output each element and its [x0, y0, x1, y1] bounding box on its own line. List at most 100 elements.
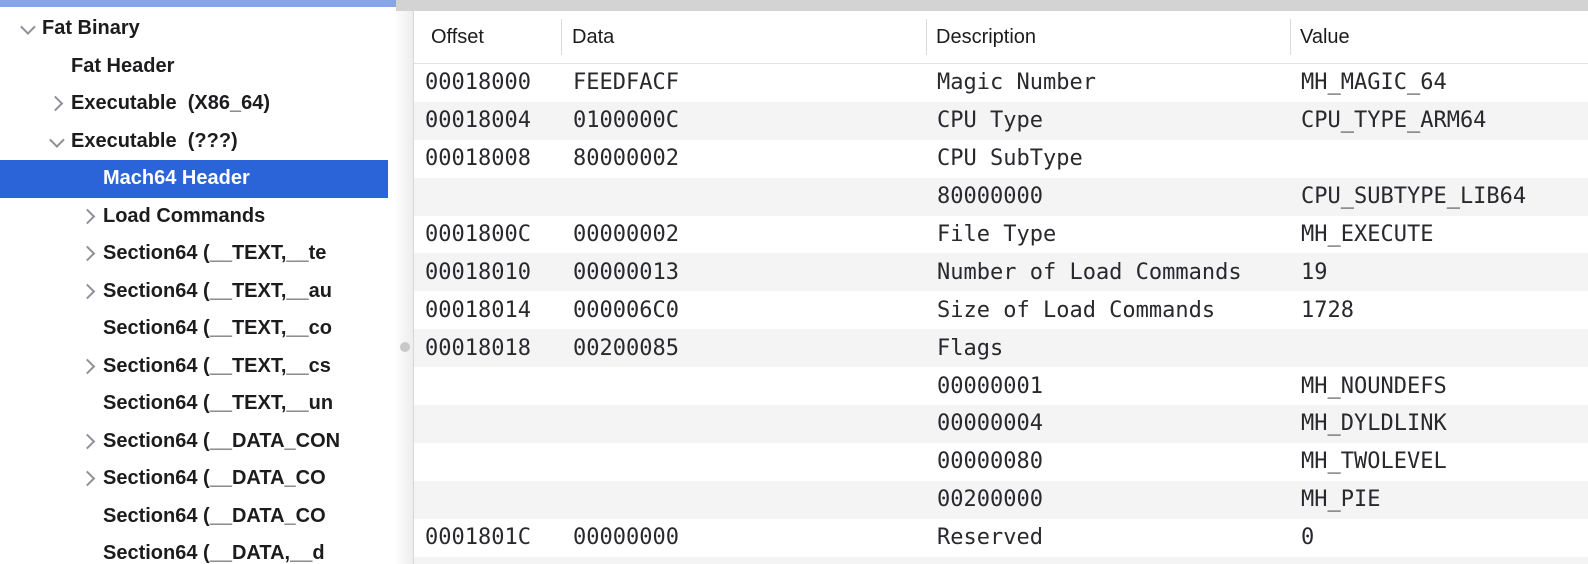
sidebar-item[interactable]: Section64 (__DATA,__d	[0, 535, 388, 564]
table-row[interactable]: 00018008 80000002 CPU SubType	[414, 140, 1588, 178]
sidebar-item[interactable]: Executable (X86_64)	[0, 85, 388, 123]
sidebar-item-label: Section64 (__TEXT,__te	[103, 242, 326, 265]
cell-value: MH_DYLDLINK	[1301, 405, 1447, 443]
cell-description: 00000004	[937, 405, 1043, 443]
sidebar-item-label: Section64 (__DATA_CO	[103, 505, 326, 528]
cell-description: Flags	[937, 329, 1003, 367]
sidebar-item[interactable]: Executable (???)	[0, 123, 388, 161]
cell-data: 0100000C	[573, 102, 679, 140]
cell-data: 00000002	[573, 216, 679, 254]
pane-splitter[interactable]	[396, 0, 414, 564]
table-row[interactable]: 00018000 FEEDFACF Magic Number MH_MAGIC_…	[414, 64, 1588, 102]
cell-description: Reserved	[937, 519, 1043, 557]
chevron-right-icon[interactable]	[72, 348, 103, 386]
table-row[interactable]: 0001801C 00000000 Reserved 0	[414, 519, 1588, 557]
sidebar: Fat Binary Fat Header Executable (X86_64…	[0, 0, 396, 564]
column-header-value: Value	[1300, 11, 1350, 63]
table-row[interactable]: 00018014 000006C0 Size of Load Commands …	[414, 291, 1588, 329]
sidebar-item[interactable]: Section64 (__TEXT,__te	[0, 235, 388, 273]
hex-table-pane: Offset Data Description Value 00018000 F…	[414, 0, 1588, 564]
chevron-down-icon[interactable]	[40, 123, 71, 161]
cell-offset: 00018010	[425, 253, 531, 291]
table-row-filler	[414, 557, 1588, 564]
sidebar-item[interactable]: Load Commands	[0, 198, 388, 236]
sidebar-item[interactable]: Section64 (__DATA_CO	[0, 460, 388, 498]
chevron-placeholder	[72, 385, 103, 423]
sidebar-item-label: Section64 (__DATA,__d	[103, 542, 325, 564]
cell-description: CPU Type	[937, 102, 1043, 140]
table-header: Offset Data Description Value	[414, 11, 1588, 64]
column-header-offset: Offset	[431, 11, 484, 63]
sidebar-item[interactable]: Section64 (__TEXT,__co	[0, 310, 388, 348]
column-header-data: Data	[572, 11, 614, 63]
chevron-right-icon[interactable]	[40, 85, 71, 123]
pane-resize-handle-icon[interactable]	[400, 342, 410, 352]
cell-offset: 0001800C	[425, 216, 531, 254]
sidebar-item-label: Section64 (__TEXT,__cs	[103, 355, 331, 378]
sidebar-item-label: Section64 (__DATA_CON	[103, 430, 340, 453]
cell-offset: 00018008	[425, 140, 531, 178]
cell-offset: 0001801C	[425, 519, 531, 557]
sidebar-item[interactable]: Section64 (__TEXT,__cs	[0, 348, 388, 386]
chevron-placeholder	[72, 310, 103, 348]
table-row[interactable]: 00000004 MH_DYLDLINK	[414, 405, 1588, 443]
cell-value: MH_NOUNDEFS	[1301, 367, 1447, 405]
column-divider[interactable]	[926, 19, 927, 55]
cell-value: CPU_TYPE_ARM64	[1301, 102, 1486, 140]
chevron-right-icon[interactable]	[72, 235, 103, 273]
cell-value: CPU_SUBTYPE_LIB64	[1301, 178, 1526, 216]
sidebar-item[interactable]: Fat Binary	[0, 10, 388, 48]
sidebar-item[interactable]: Mach64 Header	[0, 160, 388, 198]
cell-value: 0	[1301, 519, 1314, 557]
sidebar-item-label: Fat Binary	[42, 17, 140, 40]
table-row[interactable]: 80000000 CPU_SUBTYPE_LIB64	[414, 178, 1588, 216]
cell-description: 00200000	[937, 481, 1043, 519]
cell-data: 00000013	[573, 253, 679, 291]
sidebar-tree: Fat Binary Fat Header Executable (X86_64…	[0, 10, 388, 564]
column-divider[interactable]	[561, 19, 562, 55]
sidebar-item[interactable]: Section64 (__DATA_CO	[0, 498, 388, 536]
sidebar-item[interactable]: Fat Header	[0, 48, 388, 86]
table-row[interactable]: 00000080 MH_TWOLEVEL	[414, 443, 1588, 481]
chevron-down-icon[interactable]	[11, 10, 42, 48]
column-divider[interactable]	[1290, 19, 1291, 55]
table-row[interactable]: 00000001 MH_NOUNDEFS	[414, 367, 1588, 405]
cell-value: MH_MAGIC_64	[1301, 64, 1447, 102]
chevron-placeholder	[72, 535, 103, 564]
table-row[interactable]: 0001800C 00000002 File Type MH_EXECUTE	[414, 216, 1588, 254]
table-row[interactable]: 00018010 00000013 Number of Load Command…	[414, 253, 1588, 291]
chevron-right-icon[interactable]	[72, 198, 103, 236]
chevron-right-icon[interactable]	[72, 273, 103, 311]
chevron-placeholder	[72, 498, 103, 536]
table-row[interactable]: 00018004 0100000C CPU Type CPU_TYPE_ARM6…	[414, 102, 1588, 140]
cell-value: 19	[1301, 253, 1328, 291]
cell-data: 00000000	[573, 519, 679, 557]
cell-description: 00000001	[937, 367, 1043, 405]
sidebar-item-label: Section64 (__DATA_CO	[103, 467, 326, 490]
sidebar-item-label: Section64 (__TEXT,__co	[103, 317, 332, 340]
sidebar-item[interactable]: Section64 (__DATA_CON	[0, 423, 388, 461]
table-row[interactable]: 00018018 00200085 Flags	[414, 329, 1588, 367]
cell-offset: 00018018	[425, 329, 531, 367]
sidebar-item-label: Section64 (__TEXT,__au	[103, 280, 332, 303]
sidebar-item-label: Section64 (__TEXT,__un	[103, 392, 333, 415]
sidebar-item[interactable]: Section64 (__TEXT,__au	[0, 273, 388, 311]
sidebar-item-label: Mach64 Header	[103, 167, 250, 190]
cell-value: MH_TWOLEVEL	[1301, 443, 1447, 481]
table-row[interactable]: 00200000 MH_PIE	[414, 481, 1588, 519]
column-header-description: Description	[936, 11, 1036, 63]
chevron-right-icon[interactable]	[72, 460, 103, 498]
cell-data: 00200085	[573, 329, 679, 367]
cell-description: 00000080	[937, 443, 1043, 481]
cell-value: 1728	[1301, 291, 1354, 329]
cell-description: Number of Load Commands	[937, 253, 1242, 291]
sidebar-item-label: Fat Header	[71, 55, 174, 78]
cell-value: MH_PIE	[1301, 481, 1380, 519]
cell-offset: 00018014	[425, 291, 531, 329]
sidebar-item[interactable]: Section64 (__TEXT,__un	[0, 385, 388, 423]
chevron-right-icon[interactable]	[72, 423, 103, 461]
cell-offset: 00018000	[425, 64, 531, 102]
cell-value: MH_EXECUTE	[1301, 216, 1433, 254]
cell-data: 80000002	[573, 140, 679, 178]
cell-description: Size of Load Commands	[937, 291, 1215, 329]
